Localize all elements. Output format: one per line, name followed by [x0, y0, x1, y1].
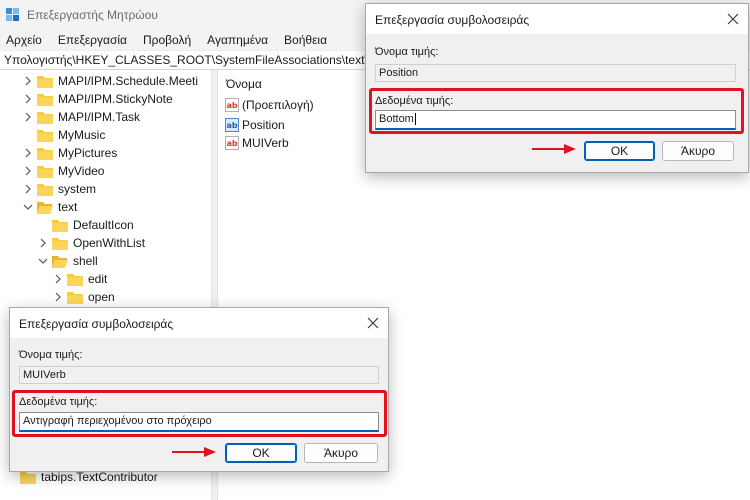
value-name-field: Position [375, 64, 736, 82]
value-data-input[interactable]: Bottom [375, 110, 736, 130]
menu-file[interactable]: Αρχείο [6, 33, 42, 47]
folder-icon [37, 147, 53, 160]
chevron-right-icon[interactable] [22, 183, 34, 195]
string-value-icon: ab [225, 98, 239, 112]
chevron-right-icon[interactable] [22, 165, 34, 177]
tree-item-label: text [58, 200, 78, 214]
string-value-icon: ab [225, 136, 239, 150]
text-caret [414, 113, 416, 126]
value-name: (Προεπιλογή) [242, 98, 314, 112]
tree-item-label: MAPI/IPM.Schedule.Meeti [58, 74, 199, 88]
list-item[interactable]: ab MUIVerb [225, 134, 289, 152]
menu-help[interactable]: Βοήθεια [284, 33, 327, 47]
tree-item[interactable]: shell [37, 252, 98, 270]
dialog-titlebar: Επεξεργασία συμβολοσειράς [10, 308, 388, 338]
value-name-label: Όνομα τιμής: [19, 349, 83, 361]
tree-item-label: MyPictures [58, 146, 118, 160]
svg-text:ab: ab [227, 139, 238, 148]
tree-item[interactable]: MyPictures [22, 144, 117, 162]
tree-item[interactable]: MyVideo [22, 162, 104, 180]
svg-text:ab: ab [227, 101, 238, 110]
binary-value-icon: ab [225, 118, 239, 132]
tree-item[interactable]: open [52, 288, 115, 306]
list-item[interactable]: ab (Προεπιλογή) [225, 96, 314, 114]
tree-item-label: MAPI/IPM.Task [58, 110, 141, 124]
folder-icon [37, 93, 53, 106]
menu-view[interactable]: Προβολή [143, 33, 191, 47]
red-arrow-icon [532, 144, 576, 154]
tree-item-label: shell [73, 254, 98, 268]
tree-item-label: open [88, 290, 115, 304]
dialog-title: Επεξεργασία συμβολοσειράς [19, 317, 174, 331]
value-name-field: MUIVerb [19, 366, 379, 384]
tree-item[interactable]: edit [52, 270, 107, 288]
value-data-label: Δεδομένα τιμής: [19, 396, 98, 408]
tree-item-label: system [58, 182, 97, 196]
folder-icon [20, 471, 36, 484]
svg-text:ab: ab [227, 121, 238, 130]
dialog-titlebar: Επεξεργασία συμβολοσειράς [366, 4, 748, 34]
chevron-down-icon[interactable] [22, 201, 34, 213]
folder-icon [37, 111, 53, 124]
dialog-title: Επεξεργασία συμβολοσειράς [375, 13, 530, 27]
tree-item[interactable]: MAPI/IPM.Task [22, 108, 140, 126]
folder-open-icon [52, 255, 68, 268]
list-item[interactable]: ab Position [225, 116, 285, 134]
folder-icon [67, 273, 83, 286]
value-data-label: Δεδομένα τιμής: [375, 95, 454, 107]
tree-item[interactable]: MAPI/IPM.Schedule.Meeti [22, 72, 198, 90]
window-title: Επεξεργαστής Μητρώου [27, 8, 158, 22]
tree-item-label: tabips.TextContributor [41, 470, 158, 484]
chevron-down-icon[interactable] [37, 255, 49, 267]
chevron-right-icon[interactable] [52, 273, 64, 285]
cancel-button[interactable]: Άκυρο [662, 141, 734, 161]
tree-item-label: MyVideo [58, 164, 105, 178]
folder-icon [52, 237, 68, 250]
chevron-right-icon[interactable] [37, 237, 49, 249]
folder-icon [37, 165, 53, 178]
tree-item[interactable]: system [22, 180, 96, 198]
value-data-text: Bottom [379, 113, 414, 125]
tree-item-label: OpenWithList [73, 236, 146, 250]
chevron-right-icon[interactable] [22, 147, 34, 159]
folder-open-icon [37, 201, 53, 214]
close-icon[interactable] [358, 308, 388, 338]
folder-icon [52, 219, 68, 232]
tree-item[interactable]: OpenWithList [37, 234, 145, 252]
ok-button[interactable]: OK [584, 141, 655, 161]
close-icon[interactable] [718, 4, 748, 34]
chevron-right-icon[interactable] [22, 93, 34, 105]
tree-item[interactable]: MyMusic [37, 126, 105, 144]
chevron-right-icon[interactable] [52, 291, 64, 303]
value-data-text: Αντιγραφή περιεχομένου στο πρόχειρο [23, 415, 212, 427]
edit-string-dialog-position: Επεξεργασία συμβολοσειράς Όνομα τιμής: P… [365, 3, 749, 173]
chevron-right-icon[interactable] [22, 111, 34, 123]
tree-item[interactable]: DefaultIcon [52, 216, 134, 234]
red-arrow-icon [172, 447, 216, 457]
registry-editor-icon [6, 8, 19, 21]
tree-item-label: edit [88, 272, 108, 286]
edit-string-dialog-muiverb: Επεξεργασία συμβολοσειράς Όνομα τιμής: M… [9, 307, 389, 472]
tree-item-label: MyMusic [58, 128, 106, 142]
column-header-name[interactable]: Όνομα [226, 77, 262, 91]
chevron-right-icon[interactable] [22, 75, 34, 87]
folder-icon [37, 129, 53, 142]
tree-item[interactable]: text [22, 198, 77, 216]
folder-icon [37, 183, 53, 196]
tree-item[interactable]: MAPI/IPM.StickyNote [22, 90, 173, 108]
folder-icon [37, 75, 53, 88]
value-name: MUIVerb [242, 136, 289, 150]
value-data-input[interactable]: Αντιγραφή περιεχομένου στο πρόχειρο [19, 412, 379, 432]
folder-icon [67, 291, 83, 304]
menu-favorites[interactable]: Αγαπημένα [207, 33, 268, 47]
cancel-button[interactable]: Άκυρο [304, 443, 378, 463]
value-name-label: Όνομα τιμής: [375, 46, 439, 58]
ok-button[interactable]: OK [225, 443, 297, 463]
menu-edit[interactable]: Επεξεργασία [58, 33, 127, 47]
tree-item-label: DefaultIcon [73, 218, 134, 232]
tree-item-label: MAPI/IPM.StickyNote [58, 92, 173, 106]
value-name: Position [242, 118, 285, 132]
